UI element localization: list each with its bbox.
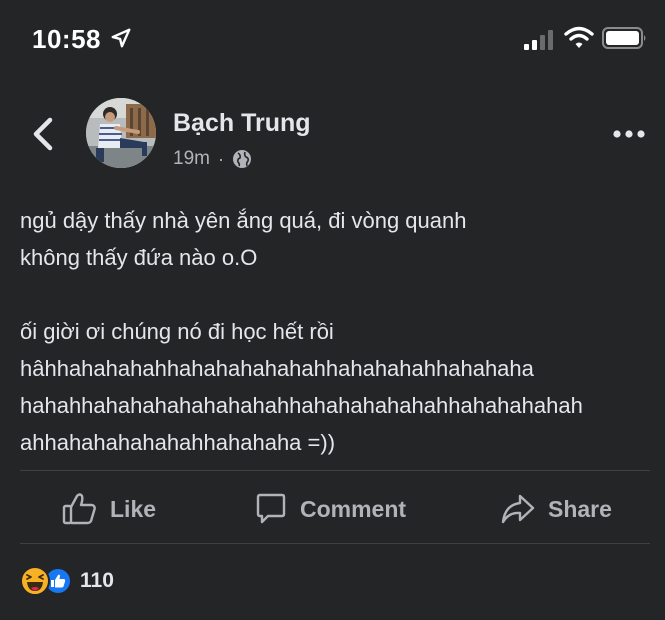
comment-icon — [256, 493, 286, 524]
share-arrow-icon — [501, 494, 535, 524]
signal-icon — [524, 30, 553, 50]
post-time[interactable]: 19m — [173, 148, 210, 170]
divider-top — [20, 470, 650, 471]
wifi-icon — [564, 26, 594, 48]
chevron-left-icon[interactable] — [26, 112, 62, 156]
post-screen: 10:58 Bạch Trung 19m · ngủ dậy thấy nhà … — [0, 0, 665, 620]
globe-icon — [232, 150, 251, 168]
status-bar: 10:58 — [0, 0, 665, 78]
meta-separator: · — [217, 148, 224, 169]
comment-button[interactable]: Comment — [254, 485, 406, 533]
thumbs-up-icon — [62, 493, 96, 525]
comment-label: Comment — [300, 495, 407, 522]
like-button[interactable]: Like — [62, 485, 156, 533]
post-text: ngủ dậy thấy nhà yên ắng quá, đi vòng qu… — [20, 208, 583, 455]
more-horizontal-icon[interactable] — [612, 126, 646, 142]
status-time: 10:58 — [32, 24, 101, 54]
avatar[interactable] — [86, 98, 156, 168]
divider-bottom — [20, 543, 650, 544]
share-label: Share — [548, 495, 612, 522]
reactions-summary[interactable]: 110 — [20, 563, 114, 599]
post-meta: 19m · — [173, 147, 252, 171]
author-name[interactable]: Bạch Trung — [173, 109, 311, 138]
share-button[interactable]: Share — [500, 485, 612, 533]
battery-icon — [602, 27, 646, 49]
like-label: Like — [110, 495, 157, 522]
avatar-photo — [86, 98, 156, 168]
reaction-count: 110 — [80, 569, 114, 592]
location-arrow-icon — [111, 28, 131, 48]
haha-reaction-icon — [20, 566, 50, 596]
